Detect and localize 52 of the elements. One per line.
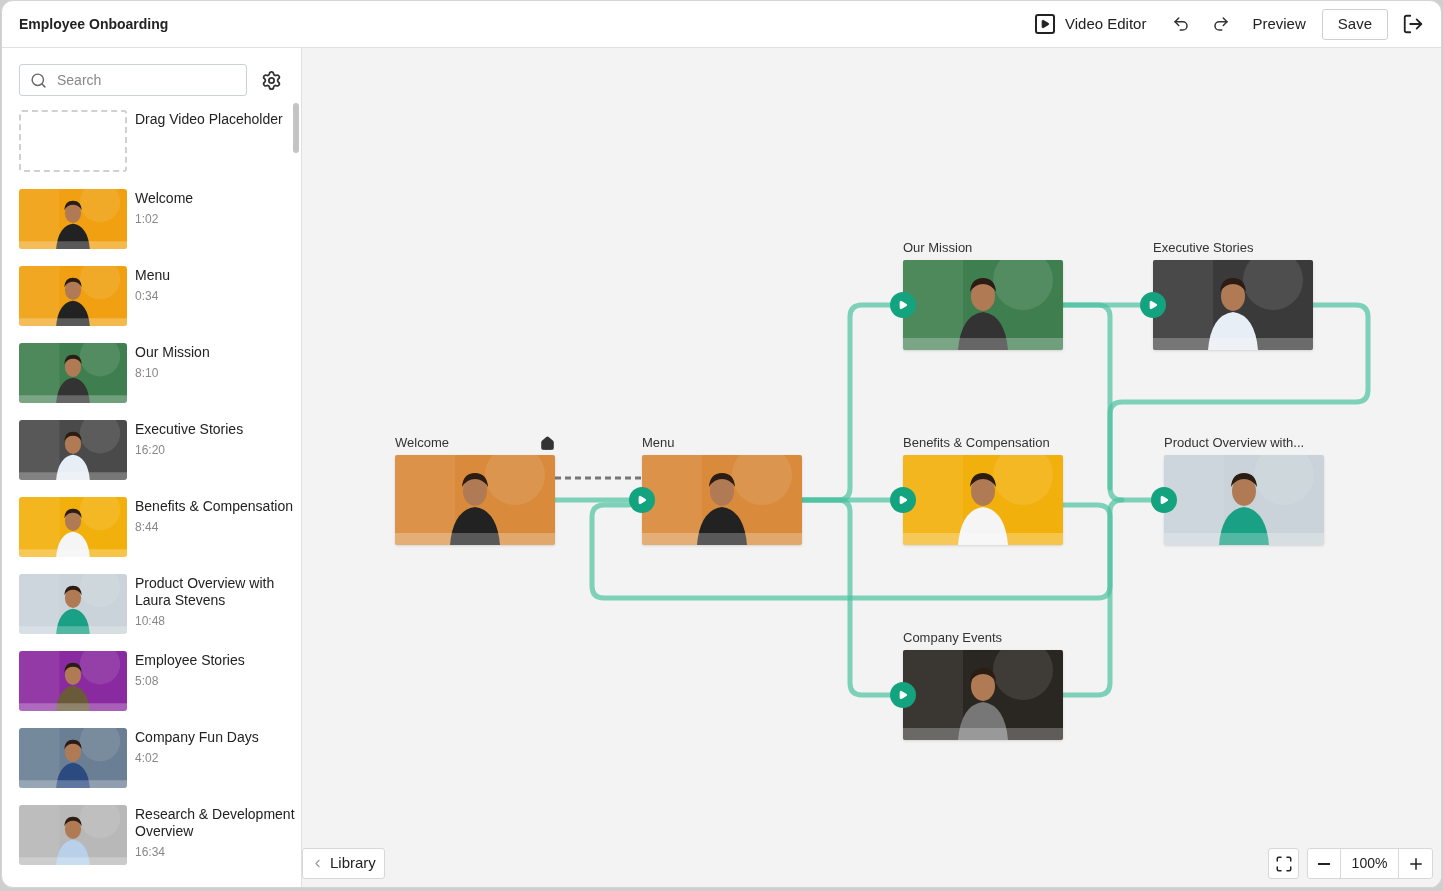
exit-icon[interactable]: [1402, 13, 1424, 35]
search-icon: [30, 71, 47, 89]
save-button[interactable]: Save: [1321, 8, 1388, 40]
video-title: Menu: [135, 267, 172, 284]
redo-icon[interactable]: [1212, 15, 1231, 33]
video-title: Our Mission: [135, 344, 211, 361]
video-title: Welcome: [135, 190, 195, 207]
video-title: Research & Development Overview: [135, 806, 295, 840]
video-duration: 4:02: [135, 750, 160, 767]
video-title: Drag Video Placeholder: [135, 111, 284, 128]
play-icon: [637, 495, 647, 505]
node-title: Company Events: [903, 629, 1002, 648]
video-duration: 8:44: [135, 519, 160, 536]
play-button[interactable]: [1140, 292, 1166, 318]
video-duration: 16:34: [135, 844, 167, 861]
settings-icon[interactable]: [261, 69, 282, 91]
node-title: Our Mission: [903, 239, 973, 258]
zoom-level: 100%: [1341, 849, 1399, 878]
video-duration: 10:48: [135, 613, 167, 630]
video-duration: 1:02: [135, 211, 160, 228]
play-icon: [898, 690, 908, 700]
node-title: Executive Stories: [1153, 239, 1254, 258]
node-title: Menu: [642, 434, 675, 453]
node-title: Welcome: [395, 434, 449, 453]
undo-icon[interactable]: [1172, 15, 1191, 33]
video-title: Product Overview with Laura Stevens: [135, 575, 276, 609]
video-editor-button[interactable]: Video Editor: [1035, 12, 1147, 36]
video-duration: 16:20: [135, 442, 167, 459]
node-title: Product Overview with...: [1164, 434, 1305, 453]
play-icon: [898, 300, 908, 310]
minus-icon: [1318, 862, 1330, 865]
video-title: Benefits & Compensation: [135, 498, 294, 515]
library-button[interactable]: Library: [302, 848, 385, 879]
video-duration: 5:08: [135, 673, 160, 690]
video-title: Company Fun Days: [135, 729, 260, 746]
search-input[interactable]: Search: [57, 69, 227, 91]
node-title: Benefits & Compensation: [903, 434, 1050, 453]
preview-button[interactable]: Preview: [1252, 12, 1306, 36]
search-field[interactable]: Search: [19, 64, 247, 96]
fullscreen-button[interactable]: [1268, 848, 1299, 879]
play-icon: [898, 495, 908, 505]
video-duration: 8:10: [135, 365, 160, 382]
video-title: Executive Stories: [135, 421, 245, 438]
fullscreen-icon: [1274, 854, 1293, 873]
video-title: Employee Stories: [135, 652, 246, 669]
window-title: Employee Onboarding: [19, 14, 169, 34]
play-icon: [1159, 495, 1169, 505]
scrollbar[interactable]: [293, 103, 299, 153]
video-icon: [1035, 14, 1055, 34]
play-icon: [1148, 300, 1158, 310]
video-duration: 0:34: [135, 288, 160, 305]
play-button[interactable]: [890, 682, 916, 708]
